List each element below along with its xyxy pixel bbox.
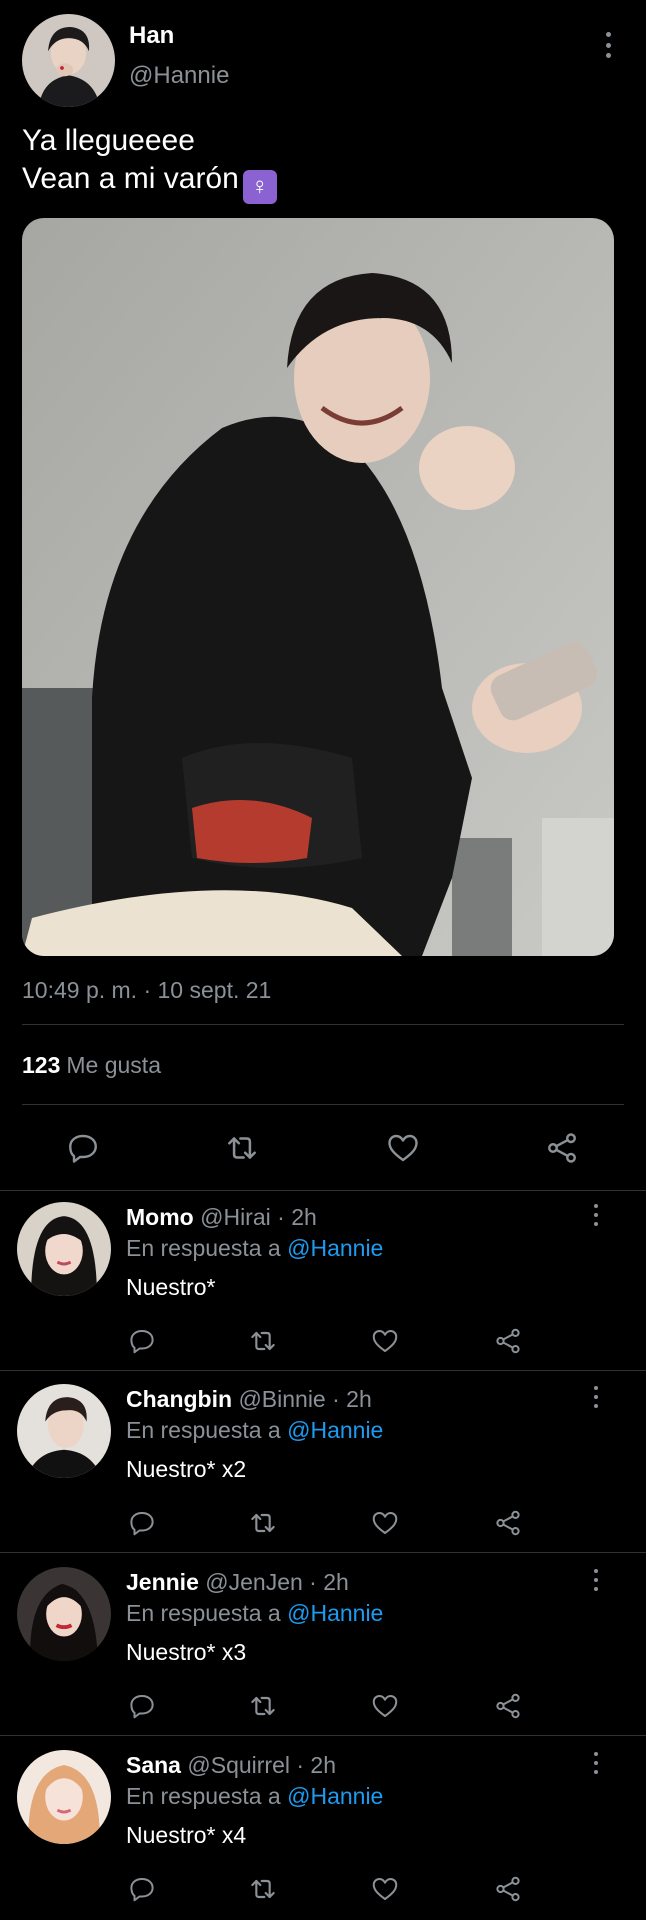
- restroom-emoji-icon: ♀: [242, 170, 277, 204]
- reply-text: Nuestro* x4: [126, 1822, 247, 1848]
- retweet-icon[interactable]: [222, 1128, 262, 1168]
- likes-label: Me gusta: [66, 1052, 161, 1078]
- likes-count: 123: [22, 1052, 61, 1078]
- reply-avatar[interactable]: [17, 1567, 111, 1661]
- reply-header: Changbin @Binnie · 2h: [126, 1386, 372, 1413]
- reply-author-name[interactable]: Changbin: [126, 1386, 232, 1412]
- reply-header: Sana @Squirrel · 2h: [126, 1752, 336, 1779]
- reply-context-label: En respuesta a: [126, 1600, 288, 1626]
- author-avatar[interactable]: [22, 14, 115, 107]
- reply-context: En respuesta a @Hannie: [126, 1600, 383, 1627]
- reply-item[interactable]: Changbin @Binnie · 2h En respuesta a @Ha…: [0, 1372, 646, 1554]
- mention-link[interactable]: @Hannie: [287, 1235, 383, 1261]
- reply-context: En respuesta a @Hannie: [126, 1235, 383, 1262]
- reply-author-handle[interactable]: @JenJen: [205, 1569, 303, 1595]
- share-icon[interactable]: [490, 1688, 526, 1724]
- tweet-photo[interactable]: [22, 218, 614, 956]
- tweet-text: Ya llegueeee Vean a mi varón ♀: [22, 122, 277, 204]
- like-icon[interactable]: [367, 1871, 403, 1907]
- reply-icon[interactable]: [63, 1128, 103, 1168]
- divider: [22, 1024, 624, 1025]
- more-options-icon[interactable]: [591, 1204, 601, 1226]
- reply-avatar[interactable]: [17, 1750, 111, 1844]
- share-icon[interactable]: [490, 1871, 526, 1907]
- reply-header: Jennie @JenJen · 2h: [126, 1569, 349, 1596]
- reply-item[interactable]: Sana @Squirrel · 2h En respuesta a @Hann…: [0, 1738, 646, 1920]
- reply-time: · 2h: [277, 1204, 317, 1230]
- reply-icon[interactable]: [124, 1323, 160, 1359]
- reply-author-name[interactable]: Momo: [126, 1204, 194, 1230]
- reply-time: · 2h: [332, 1386, 372, 1412]
- likes-row[interactable]: 123 Me gusta: [22, 1052, 161, 1079]
- mention-link[interactable]: @Hannie: [287, 1417, 383, 1443]
- retweet-icon[interactable]: [245, 1505, 281, 1541]
- reply-item[interactable]: Jennie @JenJen · 2h En respuesta a @Hann…: [0, 1555, 646, 1737]
- reply-time: · 2h: [296, 1752, 337, 1778]
- author-handle[interactable]: @Hannie: [129, 62, 229, 90]
- divider: [0, 1552, 646, 1553]
- author-name[interactable]: Han: [129, 22, 174, 50]
- reply-icon[interactable]: [124, 1505, 160, 1541]
- reply-author-handle[interactable]: @Binnie: [238, 1386, 325, 1412]
- reply-text: Nuestro*: [126, 1274, 216, 1300]
- reply-context-label: En respuesta a: [126, 1783, 288, 1809]
- reply-context-label: En respuesta a: [126, 1235, 288, 1261]
- reply-header: Momo @Hirai · 2h: [126, 1204, 317, 1231]
- more-options-icon[interactable]: [591, 1386, 601, 1408]
- share-icon[interactable]: [542, 1128, 582, 1168]
- retweet-icon[interactable]: [245, 1323, 281, 1359]
- mention-link[interactable]: @Hannie: [287, 1783, 383, 1809]
- share-icon[interactable]: [490, 1323, 526, 1359]
- reply-item[interactable]: Momo @Hirai · 2h En respuesta a @Hannie …: [0, 1190, 646, 1372]
- mention-link[interactable]: @Hannie: [287, 1600, 383, 1626]
- reply-author-name[interactable]: Sana: [126, 1752, 181, 1778]
- reply-icon[interactable]: [124, 1871, 160, 1907]
- reply-context: En respuesta a @Hannie: [126, 1783, 383, 1810]
- more-options-icon[interactable]: [602, 32, 614, 58]
- tweet-text-content: Ya llegueeee Vean a mi varón: [22, 124, 239, 195]
- reply-context: En respuesta a @Hannie: [126, 1417, 383, 1444]
- reply-avatar[interactable]: [17, 1384, 111, 1478]
- like-icon[interactable]: [383, 1128, 423, 1168]
- reply-avatar[interactable]: [17, 1202, 111, 1296]
- like-icon[interactable]: [367, 1323, 403, 1359]
- divider: [0, 1735, 646, 1736]
- reply-time: · 2h: [309, 1569, 349, 1595]
- share-icon[interactable]: [490, 1505, 526, 1541]
- like-icon[interactable]: [367, 1688, 403, 1724]
- more-options-icon[interactable]: [591, 1752, 601, 1774]
- more-options-icon[interactable]: [591, 1569, 601, 1591]
- tweet-timestamp: 10:49 p. m. · 10 sept. 21: [22, 977, 272, 1003]
- reply-author-handle[interactable]: @Squirrel: [187, 1752, 290, 1778]
- divider: [0, 1370, 646, 1371]
- retweet-icon[interactable]: [245, 1688, 281, 1724]
- reply-text: Nuestro* x3: [126, 1639, 247, 1665]
- retweet-icon[interactable]: [245, 1871, 281, 1907]
- divider: [22, 1104, 624, 1105]
- reply-author-handle[interactable]: @Hirai: [200, 1204, 271, 1230]
- like-icon[interactable]: [367, 1505, 403, 1541]
- reply-author-name[interactable]: Jennie: [126, 1569, 199, 1595]
- reply-text: Nuestro* x2: [126, 1456, 247, 1482]
- reply-context-label: En respuesta a: [126, 1417, 288, 1443]
- reply-icon[interactable]: [124, 1688, 160, 1724]
